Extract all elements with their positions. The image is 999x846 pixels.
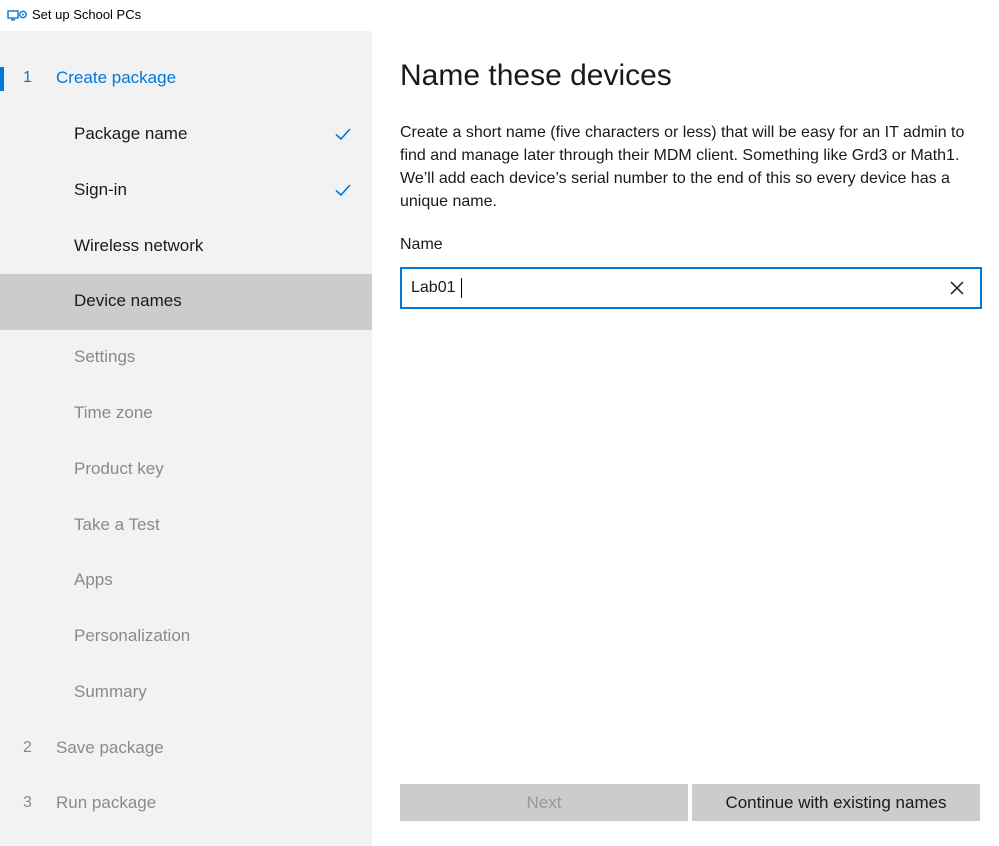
name-input[interactable]: Lab01	[400, 267, 982, 309]
step-save-package: 2 Save package	[0, 721, 372, 777]
page-title: Name these devices	[400, 59, 672, 92]
sidebar-item-label: Settings	[74, 347, 136, 366]
step-number: 1	[23, 69, 32, 86]
next-button[interactable]: Next	[400, 784, 688, 821]
checkmark-icon	[335, 184, 351, 197]
sidebar-item-label: Summary	[74, 682, 147, 701]
sidebar-item-settings: Settings	[0, 330, 372, 386]
window-title: Set up School PCs	[32, 7, 142, 22]
sidebar-item-wireless-network[interactable]: Wireless network	[0, 219, 372, 275]
school-pcs-app-icon	[7, 10, 27, 21]
sidebar-item-apps: Apps	[0, 553, 372, 609]
sidebar-item-label: Personalization	[74, 626, 191, 645]
title-bar: Set up School PCs	[0, 0, 999, 31]
main-content: Name these devices Create a short name (…	[372, 31, 999, 846]
sidebar-item-product-key: Product key	[0, 442, 372, 498]
step-label: Create package	[56, 68, 177, 87]
sidebar-item-time-zone: Time zone	[0, 386, 372, 442]
sidebar-item-device-names[interactable]: Device names	[0, 274, 372, 330]
sidebar-item-label: Wireless network	[74, 236, 204, 255]
checkmark-icon	[335, 128, 351, 141]
sidebar-item-label: Apps	[74, 570, 113, 589]
step-label: Save package	[56, 738, 164, 757]
sidebar-item-summary: Summary	[0, 665, 372, 721]
sidebar-item-personalization: Personalization	[0, 609, 372, 665]
sidebar-item-label: Sign-in	[74, 180, 127, 199]
page-description: Create a short name (five characters or …	[400, 124, 965, 210]
sidebar-item-label: Package name	[74, 124, 188, 143]
step-create-package[interactable]: 1 Create package	[0, 51, 372, 107]
active-step-indicator	[0, 67, 4, 91]
sidebar-item-take-a-test: Take a Test	[0, 498, 372, 554]
name-input-value[interactable]: Lab01	[411, 279, 456, 297]
step-run-package: 3 Run package	[0, 776, 372, 832]
close-icon[interactable]	[948, 279, 966, 297]
text-caret	[461, 278, 462, 298]
step-number: 2	[23, 739, 32, 756]
sidebar-item-label: Take a Test	[74, 515, 160, 534]
step-label: Run package	[56, 793, 157, 812]
sidebar-item-label: Product key	[74, 459, 164, 478]
step-number: 3	[23, 794, 32, 811]
continue-with-existing-names-button[interactable]: Continue with existing names	[692, 784, 980, 821]
sidebar-item-label: Device names	[74, 291, 182, 310]
sidebar-item-sign-in[interactable]: Sign-in	[0, 163, 372, 219]
sidebar-item-package-name[interactable]: Package name	[0, 107, 372, 163]
sidebar-nav: 1 Create package Package name Sign-in Wi…	[0, 31, 372, 846]
sidebar-item-label: Time zone	[74, 403, 153, 422]
name-field-label: Name	[400, 236, 443, 253]
